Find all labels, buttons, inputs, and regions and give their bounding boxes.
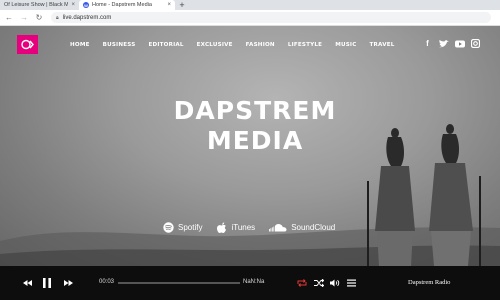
reload-icon[interactable]: ↻ bbox=[33, 13, 45, 22]
soundcloud-label: SoundCloud bbox=[291, 223, 336, 232]
back-icon[interactable]: ← bbox=[3, 13, 15, 22]
soundcloud-icon bbox=[269, 222, 287, 233]
address-bar: ← → ↻ 🔒︎ live.dapstrem.com bbox=[0, 10, 500, 26]
hero-section: HOME BUSINESS EDITORIAL EXCLUSIVE FASHIO… bbox=[0, 26, 500, 266]
itunes-link[interactable]: iTunes bbox=[216, 221, 256, 233]
social-links: f bbox=[422, 38, 481, 49]
itunes-label: iTunes bbox=[231, 223, 256, 232]
spotify-label: Spotify bbox=[178, 223, 203, 232]
soundcloud-link[interactable]: SoundCloud bbox=[269, 222, 335, 233]
close-tab-icon[interactable]: × bbox=[167, 2, 171, 8]
hero-title-line-1: DAPSTREM bbox=[173, 96, 337, 125]
nav-travel[interactable]: TRAVEL bbox=[370, 42, 395, 48]
spotify-link[interactable]: Spotify bbox=[163, 222, 202, 233]
progress-bar[interactable] bbox=[118, 282, 240, 284]
audio-player: 00:03 NaN:Na Dapstrem Radio bbox=[0, 266, 500, 300]
nav-lifestyle[interactable]: LIFESTYLE bbox=[288, 42, 322, 48]
previous-icon[interactable] bbox=[20, 276, 34, 290]
nav-business[interactable]: BUSINESS bbox=[103, 42, 136, 48]
playlist-icon[interactable] bbox=[344, 276, 358, 290]
browser-tab[interactable]: Of Leisure Show | Black Ma × bbox=[0, 0, 79, 10]
repeat-icon[interactable] bbox=[295, 276, 309, 290]
shuffle-icon[interactable] bbox=[312, 276, 326, 290]
forward-icon[interactable]: → bbox=[18, 13, 30, 22]
wordpress-icon: W bbox=[83, 2, 89, 8]
hero-title: DAPSTREM MEDIA bbox=[0, 96, 500, 156]
station-name: Dapstrem Radio bbox=[408, 279, 451, 286]
instagram-icon[interactable] bbox=[470, 38, 481, 49]
total-time: NaN:Na bbox=[243, 279, 265, 285]
logo-mark-icon bbox=[21, 39, 34, 50]
url-field[interactable]: 🔒︎ live.dapstrem.com bbox=[51, 12, 491, 23]
site-logo[interactable] bbox=[17, 35, 38, 54]
url-text: live.dapstrem.com bbox=[62, 14, 112, 21]
platform-links: Spotify iTunes SoundCloud bbox=[163, 221, 335, 233]
browser-tab-active[interactable]: W Home - Dapstrem Media × bbox=[79, 0, 175, 10]
hero-title-line-2: MEDIA bbox=[206, 126, 304, 155]
browser-tab-strip: Of Leisure Show | Black Ma × W Home - Da… bbox=[0, 0, 500, 10]
twitter-icon[interactable] bbox=[438, 38, 449, 49]
main-navigation: HOME BUSINESS EDITORIAL EXCLUSIVE FASHIO… bbox=[70, 42, 395, 48]
nav-fashion[interactable]: FASHION bbox=[246, 42, 275, 48]
facebook-icon[interactable]: f bbox=[422, 38, 433, 49]
tab-title: Home - Dapstrem Media bbox=[92, 2, 152, 8]
lock-icon: 🔒︎ bbox=[56, 14, 59, 21]
nav-music[interactable]: MUSIC bbox=[335, 42, 356, 48]
new-tab-button[interactable]: + bbox=[175, 0, 189, 10]
pause-icon[interactable] bbox=[40, 276, 54, 290]
volume-icon[interactable] bbox=[328, 276, 342, 290]
nav-editorial[interactable]: EDITORIAL bbox=[148, 42, 183, 48]
current-time: 00:03 bbox=[99, 279, 115, 285]
spotify-icon bbox=[163, 222, 174, 233]
next-icon[interactable] bbox=[61, 276, 75, 290]
youtube-icon[interactable] bbox=[454, 38, 465, 49]
close-tab-icon[interactable]: × bbox=[71, 2, 75, 8]
nav-exclusive[interactable]: EXCLUSIVE bbox=[197, 42, 233, 48]
nav-home[interactable]: HOME bbox=[70, 42, 90, 48]
tab-title: Of Leisure Show | Black Ma bbox=[4, 2, 69, 8]
apple-icon bbox=[216, 221, 227, 233]
